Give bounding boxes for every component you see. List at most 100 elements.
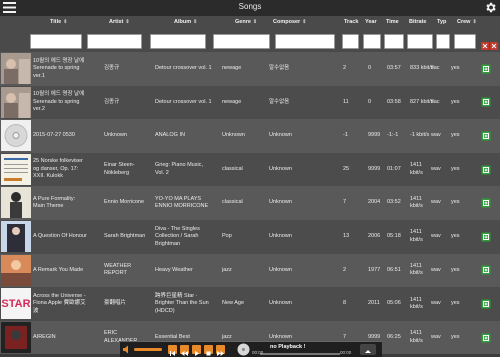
song-row[interactable]: A Question Of Honour Sarah Brightman Diva …	[0, 220, 500, 254]
column-header-track[interactable]: Track	[344, 19, 358, 25]
now-playing-label: no Playback !	[270, 344, 306, 350]
cell-year: 2011	[368, 300, 380, 307]
cell-time: 03:58	[387, 98, 401, 105]
cell-time: 05:06	[387, 300, 401, 307]
cell-time: 03:52	[387, 199, 401, 206]
add-to-playlist-icon[interactable]	[481, 165, 491, 175]
column-header-composer[interactable]: Composer ⇕	[273, 19, 306, 25]
stop-icon	[206, 351, 211, 356]
disc-icon	[237, 343, 250, 356]
cell-type: wav	[431, 333, 441, 340]
composer-filter-input[interactable]	[275, 34, 335, 49]
sort-icon: ⇕	[193, 19, 198, 25]
genre-filter-input[interactable]	[213, 34, 270, 49]
cell-genre: newage	[222, 65, 242, 72]
song-row[interactable]: 10월의 에드 명장 날에 Serenade to spring ver.2 김종…	[0, 85, 500, 120]
year-filter-input[interactable]	[363, 34, 381, 49]
cell-type: wav	[431, 233, 441, 240]
cell-crew: yes	[451, 65, 460, 72]
artist-filter-input[interactable]	[87, 34, 142, 49]
cell-genre: classical	[222, 165, 243, 172]
volume-icon[interactable]	[123, 345, 132, 354]
cell-genre: classical	[222, 199, 243, 206]
cell-album: Detour crossover vol. 1	[155, 98, 212, 105]
rewind-button[interactable]	[180, 345, 189, 356]
cell-time: 03:57	[387, 65, 401, 72]
svg-text:STAR: STAR	[1, 298, 30, 310]
column-header-title[interactable]: Title ⇕	[50, 19, 67, 25]
add-to-playlist-icon[interactable]	[481, 131, 491, 141]
cell-title: Across the Universe -Fiona Apple 費歐娜艾波	[33, 292, 86, 314]
cell-type: flac	[431, 98, 440, 105]
cell-title: A Remark You Made	[33, 266, 84, 273]
reset-filter-icon[interactable]	[490, 42, 498, 50]
cell-title: 25 Norske folkeviser og danser, Op. 17: …	[33, 158, 83, 180]
column-header-artist[interactable]: Artist ⇕	[109, 19, 130, 25]
cell-year: 2004	[368, 199, 381, 206]
column-header-crew[interactable]: Crew ⇕	[457, 19, 477, 25]
add-to-playlist-icon[interactable]	[481, 299, 491, 309]
cell-genre: New Age	[222, 300, 245, 307]
cell-album: Detour crossover vol. 1	[155, 65, 212, 72]
add-to-playlist-icon[interactable]	[481, 198, 491, 208]
cell-crew: yes	[451, 233, 460, 240]
gear-icon[interactable]	[484, 1, 497, 14]
cell-crew: yes	[451, 333, 460, 340]
type-filter-input[interactable]	[436, 34, 450, 49]
cell-type: wav	[431, 199, 441, 206]
cell-track: 11	[343, 98, 349, 105]
cell-title: 2015-07-27 0530	[33, 132, 75, 139]
cell-artist: Einar Steen-Nökleberg	[104, 162, 135, 176]
column-header-album[interactable]: Album ⇕	[174, 19, 197, 25]
volume-slider[interactable]	[134, 348, 162, 351]
add-to-playlist-icon[interactable]	[481, 265, 491, 275]
column-header-time[interactable]: Time	[386, 19, 399, 25]
add-to-playlist-icon[interactable]	[481, 232, 491, 242]
fast-forward-icon	[217, 351, 224, 356]
song-row[interactable]: 2015-07-27 0530 Unknown ANALOG IN Unknown Un…	[0, 119, 500, 153]
cell-album: Diva - The Singles Collection / Sarah Br…	[155, 225, 200, 247]
song-row[interactable]: STAR Across the Universe -Fiona Apple 費歐娜…	[0, 287, 500, 321]
column-header-bitrate[interactable]: Bitrate	[409, 19, 426, 25]
cell-year: 9999	[368, 165, 381, 172]
progress-bar[interactable]	[260, 353, 340, 355]
elapsed-time: 00:00	[252, 350, 264, 355]
bitrate-filter-input[interactable]	[407, 34, 433, 49]
time-filter-input[interactable]	[384, 34, 404, 49]
crew-filter-input[interactable]	[454, 34, 476, 49]
previous-button[interactable]	[168, 345, 177, 356]
column-header-type[interactable]: Typ	[437, 19, 446, 25]
cell-composer: Unknown	[269, 199, 292, 206]
album-filter-input[interactable]	[150, 34, 206, 49]
column-header-year[interactable]: Year	[365, 19, 377, 25]
song-row[interactable]: 25 Norske folkeviser og danser, Op. 17: …	[0, 152, 500, 187]
play-button[interactable]	[192, 345, 201, 356]
cell-title: 10월의 에드 명장 날에 Serenade to spring ver.1	[33, 57, 85, 79]
album-art-thumbnail	[1, 153, 31, 185]
stop-button[interactable]	[204, 345, 213, 356]
add-to-playlist-icon[interactable]	[481, 333, 491, 343]
cell-crew: yes	[451, 199, 460, 206]
cell-time: 01:07	[387, 165, 401, 172]
album-art-thumbnail	[1, 321, 31, 353]
title-bar: Songs	[0, 0, 500, 16]
column-header-genre[interactable]: Genre ⇕	[235, 19, 257, 25]
cell-composer: Unknown	[269, 300, 292, 307]
cell-time: -1:-1	[387, 132, 399, 139]
add-to-playlist-icon[interactable]	[481, 64, 491, 74]
fast-forward-button[interactable]	[216, 345, 225, 356]
cell-time: 06:25	[387, 333, 401, 340]
cell-track: 25	[343, 165, 350, 172]
cell-time: 06:51	[387, 266, 401, 273]
add-to-playlist-icon[interactable]	[481, 97, 491, 107]
song-row[interactable]: 10월의 에드 명장 날에 Serenade to spring ver.1 김종…	[0, 52, 500, 86]
cell-type: flac	[431, 65, 440, 72]
song-row[interactable]: A Remark You Made WEATHER REPORT Heavy Wea…	[0, 253, 500, 288]
title-filter-input[interactable]	[30, 34, 82, 49]
song-row[interactable]: A Pure Formality: Main Theme Ennio Morric…	[0, 186, 500, 220]
clear-filter-icon[interactable]	[481, 42, 489, 50]
cell-track: 7	[343, 199, 347, 206]
track-filter-input[interactable]	[342, 34, 359, 49]
sort-icon: ⇕	[252, 19, 258, 25]
expand-player-button[interactable]	[360, 344, 376, 355]
